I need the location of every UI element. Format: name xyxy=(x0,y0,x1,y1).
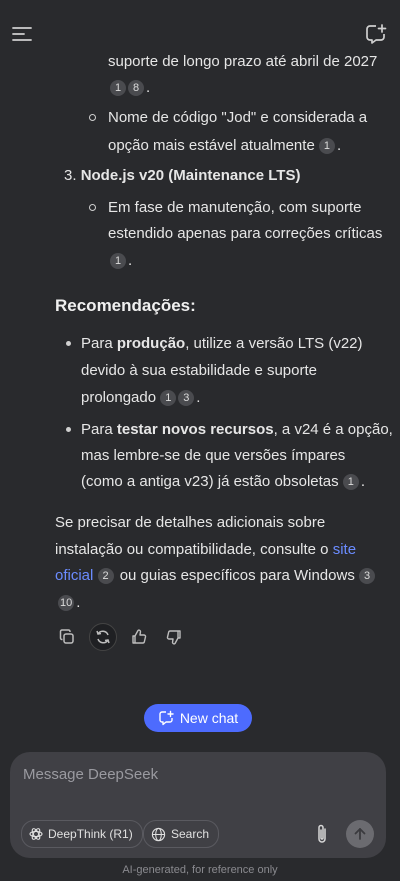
send-button[interactable] xyxy=(346,820,374,848)
deepthink-button[interactable]: DeepThink (R1) xyxy=(21,820,143,848)
text-span: suporte de longo prazo até abril de 2027 xyxy=(108,53,378,70)
message-actions xyxy=(54,623,196,651)
text-line: Se precisar de detalhes adicionais sobre xyxy=(55,513,325,533)
atom-icon xyxy=(29,828,43,840)
list-item-3: 3. Node.js v20 (Maintenance LTS) xyxy=(64,166,300,186)
search-label: Search xyxy=(171,827,210,841)
text-span: . xyxy=(196,389,201,406)
copy-icon[interactable] xyxy=(54,624,80,650)
official-site-link[interactable]: oficial xyxy=(55,567,93,584)
search-button[interactable]: Search xyxy=(143,820,220,848)
text-line: suporte de longo prazo até abril de 2027 xyxy=(108,52,377,72)
message-input[interactable]: Message DeepSeek xyxy=(23,766,158,783)
citation-badge[interactable]: 8 xyxy=(128,80,144,96)
thumbs-down-icon[interactable] xyxy=(161,624,187,650)
citation-badge[interactable]: 3 xyxy=(359,568,375,584)
text-span: testar novos recursos xyxy=(116,421,274,438)
text-line: (como a antiga v23) já estão obsoletas 1… xyxy=(81,472,365,492)
globe-icon xyxy=(151,827,166,841)
text-span: devido à sua estabilidade e suporte xyxy=(81,362,318,379)
text-span: instalação ou compatibilidade, consulte … xyxy=(55,541,333,558)
text-line: Em fase de manutenção, com suporte xyxy=(108,198,361,218)
text-span: (como a antiga v23) já estão obsoletas xyxy=(81,473,339,490)
text-span: . xyxy=(146,79,151,96)
footer-disclaimer: AI-generated, for reference only xyxy=(122,864,278,876)
text-line: 18. xyxy=(110,78,150,98)
text-line: Nome de código "Jod" e considerada a xyxy=(108,108,367,128)
text-span: . xyxy=(360,473,365,490)
citation-badge[interactable]: 1 xyxy=(160,390,177,406)
text-span: estendido apenas para correções críticas xyxy=(108,225,383,242)
text-line: Para produção, utilize a versão LTS (v22… xyxy=(81,334,363,354)
new-chat-label: New chat xyxy=(179,710,239,726)
regenerate-icon[interactable] xyxy=(89,623,117,651)
sidebar-menu-icon[interactable] xyxy=(8,20,36,48)
text-span: opção mais estável atualmente xyxy=(108,137,315,154)
text-span: . xyxy=(128,252,133,269)
citation-badge[interactable]: 3 xyxy=(178,390,195,406)
citation-badge[interactable]: 1 xyxy=(342,474,359,490)
text-span: . xyxy=(76,594,81,611)
text-line: devido à sua estabilidade e suporte xyxy=(81,361,317,381)
list-number: 3. xyxy=(64,167,77,184)
text-line: oficial 2 ou guias específicos para Wind… xyxy=(55,566,377,586)
list-bullet xyxy=(89,204,96,211)
official-site-link[interactable]: site xyxy=(333,541,356,558)
list-bullet xyxy=(66,341,71,346)
text-line: prolongado 13. xyxy=(81,388,200,408)
text-line: 1. xyxy=(110,251,132,271)
text-span: , utilize a versão LTS (v22) xyxy=(185,335,363,352)
text-line: 10. xyxy=(58,593,80,613)
text-span: Se precisar de detalhes adicionais sobre xyxy=(55,514,326,531)
text-span: prolongado xyxy=(81,389,157,406)
text-span: . xyxy=(336,137,342,154)
text-span: ou guias específicos para Windows xyxy=(115,567,355,584)
text-line: Para testar novos recursos, a v24 é a op… xyxy=(81,420,393,440)
text-line: mas lembre-se de que versões ímpares xyxy=(81,446,345,466)
citation-badge[interactable]: 1 xyxy=(318,138,335,154)
text-line: opção mais estável atualmente 1. xyxy=(108,136,341,156)
new-chat-icon xyxy=(159,710,174,726)
text-span: mas lembre-se de que versões ímpares xyxy=(81,447,346,464)
arrow-up-icon xyxy=(354,828,366,840)
new-chat-icon[interactable] xyxy=(362,20,390,48)
citation-badge[interactable]: 1 xyxy=(110,253,126,269)
message-composer: Message DeepSeek DeepThink (R1) Search xyxy=(10,752,386,858)
text-span: Para xyxy=(81,335,117,352)
new-chat-button[interactable]: New chat xyxy=(144,704,252,732)
text-line: instalação ou compatibilidade, consulte … xyxy=(55,540,356,560)
text-span: produção xyxy=(116,335,186,352)
text-span: Para xyxy=(81,421,117,438)
text-span: Nome de código "Jod" e considerada a xyxy=(108,109,368,126)
citation-badge[interactable]: 1 xyxy=(110,80,126,96)
section-heading: Recomendações: xyxy=(55,296,196,315)
attach-icon[interactable] xyxy=(310,820,334,848)
list-bullet xyxy=(66,427,71,432)
thumbs-up-icon[interactable] xyxy=(126,624,152,650)
text-span: , a v24 é a opção, xyxy=(273,421,393,438)
citation-badge[interactable]: 10 xyxy=(58,595,75,611)
list-title: Node.js v20 (Maintenance LTS) xyxy=(80,167,301,184)
citation-badge[interactable]: 2 xyxy=(97,568,114,584)
text-span: Em fase de manutenção, com suporte xyxy=(108,199,362,216)
deepthink-label: DeepThink (R1) xyxy=(48,827,133,841)
list-bullet xyxy=(89,114,96,121)
text-line: estendido apenas para correções críticas xyxy=(108,224,382,244)
